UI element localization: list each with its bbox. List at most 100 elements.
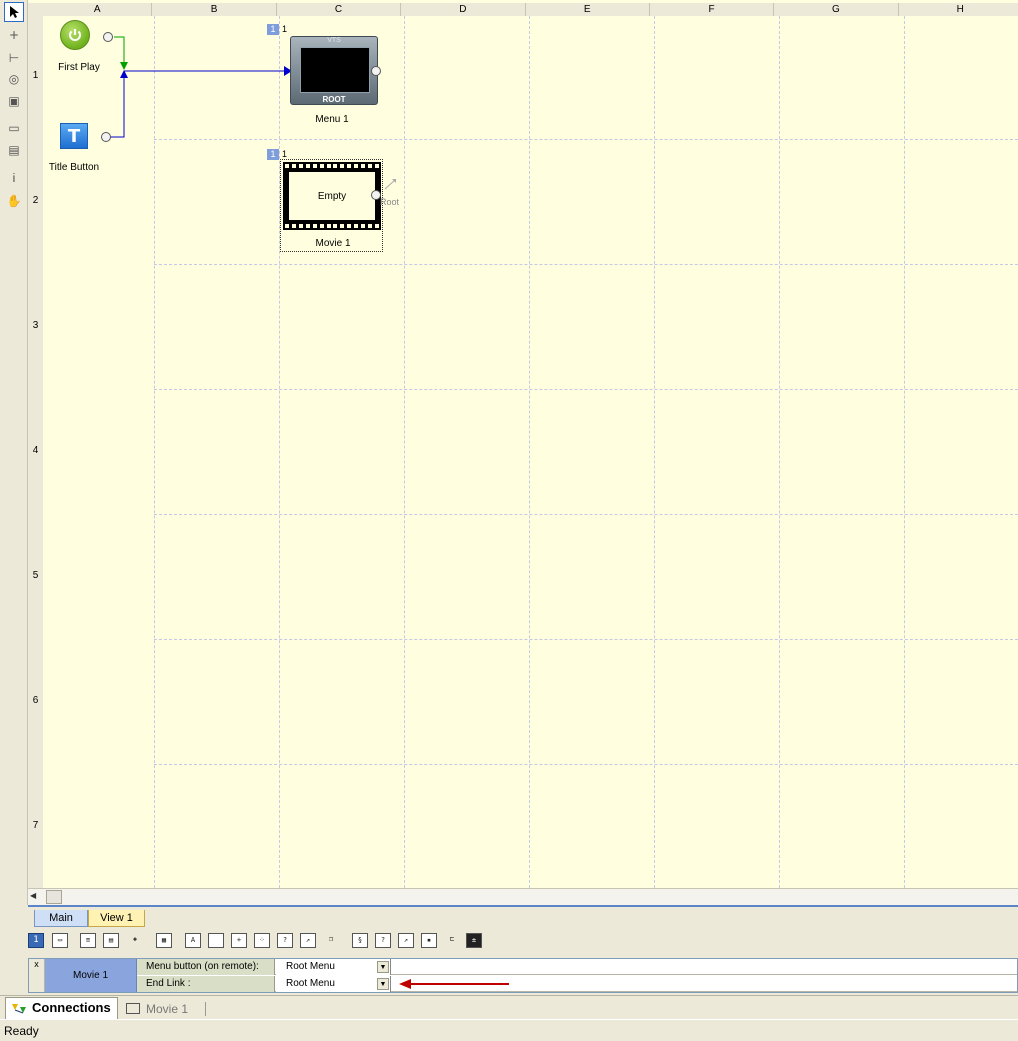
column-label: D	[401, 3, 526, 16]
menu1-number: 1	[282, 24, 288, 34]
end-link-select[interactable]: Root Menu	[276, 976, 391, 992]
property-label: End Link :	[137, 976, 275, 992]
menu1-vts-text: VTS	[327, 37, 341, 44]
movie1-label: Movie 1	[315, 238, 351, 249]
jump-icon[interactable]: ↗	[300, 933, 316, 948]
switch-icon[interactable]: ±	[466, 933, 482, 948]
grid-line	[654, 16, 655, 888]
document-tabs: Connections Movie 1	[0, 995, 1018, 1019]
close-icon[interactable]: x	[29, 959, 45, 992]
title-button-output-port[interactable]	[101, 132, 111, 142]
plus-one-icon[interactable]: +	[231, 933, 247, 948]
tab-view-1[interactable]: View 1	[88, 910, 145, 927]
property-label: Menu button (on remote):	[137, 959, 275, 975]
add-link-icon[interactable]: +	[4, 25, 24, 45]
tab-connections-label: Connections	[32, 1000, 111, 1015]
connector-icon[interactable]: ⊏	[444, 933, 460, 948]
film-icon: Empty	[283, 162, 381, 230]
grid-line	[529, 16, 530, 888]
row-label: 3	[32, 320, 39, 331]
horizontal-scrollbar[interactable]: ◀	[28, 888, 1018, 905]
view-tabs: Main View 1	[28, 905, 1018, 927]
chevron-down-icon[interactable]: ▼	[377, 978, 389, 990]
title-button-label: Title Button	[48, 162, 100, 173]
column-label: E	[526, 3, 650, 16]
status-text: Ready	[4, 1024, 39, 1038]
toolbar-selected-button[interactable]: 1	[28, 933, 44, 948]
title-button-icon: T	[67, 125, 81, 147]
scroll-thumb[interactable]	[46, 890, 62, 904]
hand-pan-icon[interactable]: ✋	[4, 191, 24, 211]
tab-movie[interactable]: Movie 1	[124, 999, 188, 1019]
scroll-left-icon[interactable]: ◀	[30, 891, 36, 900]
copy-icon[interactable]: ❐	[323, 933, 339, 948]
link-arrow-icon	[384, 179, 396, 190]
script-icon[interactable]: §	[352, 933, 368, 948]
row-label: 5	[32, 570, 39, 581]
row-label: 2	[32, 195, 39, 206]
column-label: G	[774, 3, 899, 16]
add-playlist-icon[interactable]: ▤	[4, 140, 24, 160]
grid-line	[779, 16, 780, 888]
menu1-label: Menu 1	[315, 114, 349, 125]
grid-line	[154, 639, 1018, 640]
slideshow-icon[interactable]: ▤	[103, 933, 119, 948]
blank-icon[interactable]	[208, 933, 224, 948]
tool-palette: + ⊢ ◎ ▣ ▭ ▤ Ꭵ ✋	[0, 0, 28, 905]
random-icon[interactable]: ⁘	[254, 933, 270, 948]
grid-line	[154, 264, 1018, 265]
grid-line	[154, 764, 1018, 765]
column-label: F	[650, 3, 775, 16]
row-label: 6	[32, 695, 39, 706]
tab-separator	[205, 1002, 206, 1016]
close-glyph: x	[34, 959, 39, 969]
movie-icon	[126, 1003, 140, 1014]
grid-line	[154, 389, 1018, 390]
property-object-name: Movie 1	[45, 959, 137, 992]
menu1-node[interactable]: VTS ROOT	[290, 36, 378, 105]
row-label: 7	[32, 820, 39, 831]
chapter-icon[interactable]: ▦	[156, 933, 172, 948]
movie1-number: 1	[282, 149, 288, 159]
all-icon[interactable]: A	[185, 933, 201, 948]
red-arrow-annotation	[399, 979, 509, 989]
row-label: 4	[32, 445, 39, 456]
property-row: Menu button (on remote): Root Menu ▼	[137, 959, 1017, 975]
movie1-node[interactable]: Empty Movie 1	[280, 159, 383, 252]
monitor-icon[interactable]: ▭	[52, 933, 68, 948]
first-play-output-port[interactable]	[103, 32, 113, 42]
add-connector-icon[interactable]: ⊢	[4, 48, 24, 68]
register-icon[interactable]: ▪	[421, 933, 437, 948]
first-play-node[interactable]	[60, 20, 90, 50]
menu1-badge: 1	[267, 24, 279, 35]
chevron-down-icon[interactable]: ▼	[377, 961, 389, 973]
tab-connections[interactable]: Connections	[5, 997, 118, 1019]
if-icon[interactable]: ?	[375, 933, 391, 948]
menu1-screen	[300, 47, 370, 93]
select-pointer-icon[interactable]	[4, 2, 24, 22]
query-icon[interactable]: ?	[277, 933, 293, 948]
connections-canvas[interactable]: A B C D E F G H 1 2 3 4 5 6 7 First Play…	[28, 0, 1018, 888]
grid-line	[154, 514, 1018, 515]
tab-main[interactable]: Main	[34, 910, 88, 927]
add-marker-icon[interactable]: ▣	[4, 91, 24, 111]
link-icon[interactable]: ↗	[398, 933, 414, 948]
tab-movie-label: Movie 1	[146, 1002, 189, 1016]
property-row: End Link : Root Menu ▼	[137, 976, 1017, 992]
media-icon[interactable]: ◈	[127, 933, 143, 948]
add-menu-icon[interactable]: ◎	[4, 69, 24, 89]
add-slideshow-icon[interactable]: ▭	[4, 118, 24, 138]
movie1-link-text: Root	[380, 197, 400, 207]
grid-line	[904, 16, 905, 888]
menu-button-select[interactable]: Root Menu	[276, 959, 391, 975]
object-toolbar: 1 ▭ ≡ ▤ ◈ ▦ A + ⁘ ? ↗ ❐ § ? ↗ ▪ ⊏ ±	[0, 927, 1018, 955]
text-tool-icon[interactable]: Ꭵ	[4, 168, 24, 188]
status-bar: Ready	[0, 1019, 1018, 1041]
power-icon	[69, 29, 81, 41]
menu1-output-port[interactable]	[371, 66, 381, 76]
menu-icon[interactable]: ≡	[80, 933, 96, 948]
movie1-badge: 1	[267, 149, 279, 160]
movie1-content: Empty	[317, 190, 347, 202]
title-button-node[interactable]: T	[60, 123, 88, 149]
connections-icon	[12, 1004, 26, 1014]
